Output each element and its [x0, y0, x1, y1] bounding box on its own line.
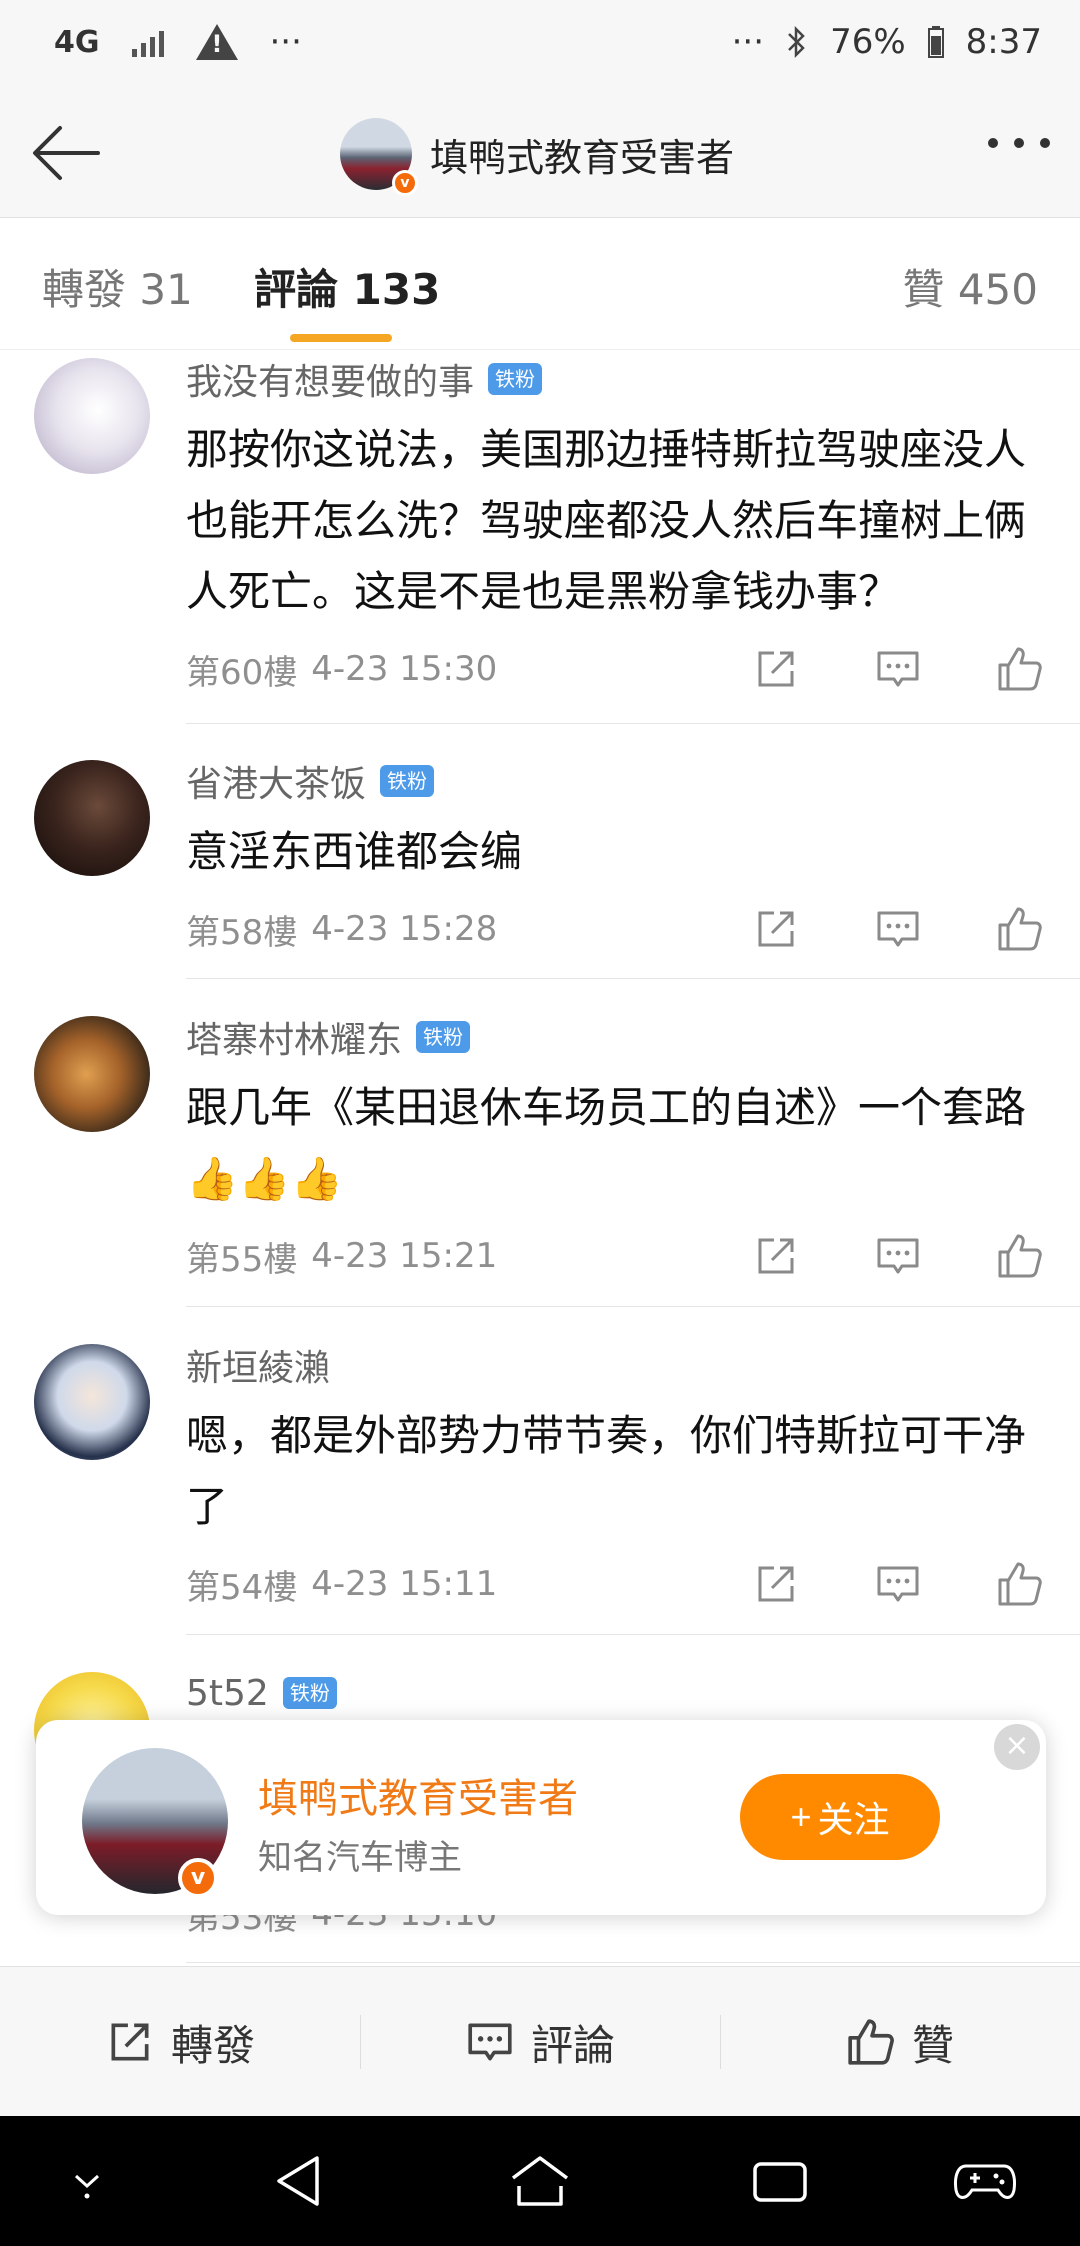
tab-repost[interactable]: 轉發 31 [42, 256, 193, 317]
fan-badge: 铁粉 [488, 363, 543, 395]
top-header: v 填鸭式教育受害者 [0, 90, 1080, 218]
like-button[interactable]: 贊 [720, 1967, 1080, 2117]
like-icon[interactable] [996, 905, 1044, 953]
popup-author-avatar[interactable]: v [82, 1748, 228, 1898]
comment-text: 跟几年《某田退休车场员工的自述》一个套路👍👍👍 [186, 1083, 1027, 1203]
comment-divider [186, 723, 1080, 724]
comment-divider [186, 1962, 1080, 1963]
game-controller-icon[interactable] [950, 2146, 1020, 2216]
system-nav-bar [0, 2116, 1080, 2246]
status-more-right: ··· [731, 22, 765, 62]
comment-floor: 第54樓 [186, 1567, 298, 1608]
comment-time: 4-23 15:11 [311, 1564, 498, 1604]
comment-divider [186, 1634, 1080, 1635]
follow-suggestion-card: v 填鸭式教育受害者 知名汽车博主 + 关注 × [36, 1720, 1046, 1915]
like-icon[interactable] [996, 1560, 1044, 1608]
comment-time: 4-23 15:30 [311, 649, 498, 689]
user-avatar[interactable] [34, 358, 150, 474]
bluetooth-icon [788, 25, 805, 59]
home-icon[interactable] [505, 2146, 575, 2216]
comment-text: 那按你这说法，美国那边捶特斯拉驾驶座没人也能开怎么洗？驾驶座都没人然后车撞树上俩… [186, 425, 1027, 616]
comment-divider [186, 978, 1080, 979]
status-bar: 4G ··· ··· 76% 8:37 [0, 0, 1080, 90]
more-options-icon[interactable] [988, 138, 1050, 148]
reply-icon[interactable] [874, 1560, 922, 1608]
popup-author-desc: 知名汽车博主 [258, 1838, 462, 1878]
reply-icon[interactable] [874, 1232, 922, 1280]
reply-icon[interactable] [874, 645, 922, 693]
comment-icon [468, 2023, 512, 2061]
follow-label: 关注 [817, 1799, 890, 1840]
hide-keyboard-icon[interactable] [52, 2146, 122, 2216]
thumbs-up-icon [848, 2019, 894, 2065]
status-more-left: ··· [269, 22, 302, 62]
comment-divider [186, 1306, 1080, 1307]
clock: 8:37 [965, 22, 1042, 62]
battery-icon [927, 26, 944, 58]
comment-floor: 第60樓 [186, 652, 298, 693]
fan-badge: 铁粉 [416, 1021, 471, 1053]
user-avatar[interactable] [34, 760, 150, 876]
comment-button[interactable]: 評論 [360, 1967, 720, 2117]
tab-bar: 轉發 31 評論 133 贊 450 [0, 218, 1080, 350]
battery-level: 76% [830, 22, 906, 62]
plus-icon: + [790, 1796, 812, 1837]
author-name[interactable]: 填鸭式教育受害者 [430, 127, 734, 182]
reply-icon[interactable] [874, 905, 922, 953]
share-icon[interactable] [752, 1232, 800, 1280]
follow-button[interactable]: + 关注 [740, 1774, 940, 1860]
repost-button[interactable]: 轉發 [0, 1967, 360, 2117]
comment-text: 嗯，都是外部势力带节奏，你们特斯拉可干净了 [186, 1411, 1027, 1531]
comment-username[interactable]: 5t52 [186, 1673, 269, 1714]
warning-icon [195, 24, 238, 60]
user-avatar[interactable] [34, 1016, 150, 1132]
comment-floor: 第58樓 [186, 912, 298, 953]
verified-icon: v [178, 1858, 218, 1898]
fan-badge: 铁粉 [380, 765, 435, 797]
back-icon[interactable] [265, 2146, 335, 2216]
comment-username[interactable]: 我没有想要做的事 [186, 353, 474, 405]
share-icon[interactable] [752, 1560, 800, 1608]
header-author[interactable]: v 填鸭式教育受害者 [340, 118, 734, 196]
author-avatar[interactable]: v [340, 118, 418, 196]
like-icon[interactable] [996, 1232, 1044, 1280]
comment-username[interactable]: 新垣綾瀨 [186, 1339, 330, 1391]
close-icon[interactable]: × [994, 1724, 1040, 1770]
signal-icon [131, 27, 164, 57]
like-icon[interactable] [996, 645, 1044, 693]
comment-time: 4-23 15:28 [311, 909, 498, 949]
fan-badge: 铁粉 [282, 1677, 337, 1709]
share-icon[interactable] [752, 645, 800, 693]
share-icon[interactable] [752, 905, 800, 953]
user-avatar[interactable] [34, 1344, 150, 1460]
active-tab-indicator [290, 334, 392, 342]
recent-apps-icon[interactable] [745, 2146, 815, 2216]
tab-likes[interactable]: 贊 450 [902, 256, 1038, 317]
repost-icon [111, 2023, 149, 2061]
comment-time: 4-23 15:21 [311, 1236, 498, 1276]
like-label: 贊 [911, 2020, 954, 2070]
comment-floor: 第55樓 [186, 1239, 298, 1280]
back-arrow-icon[interactable] [30, 120, 102, 186]
repost-label: 轉發 [170, 2020, 255, 2070]
comment-username[interactable]: 塔寨村林耀东 [186, 1011, 402, 1063]
bottom-action-bar: 轉發 評論 贊 [0, 1966, 1080, 2116]
comment-label: 評論 [530, 2020, 615, 2070]
tab-comments[interactable]: 評論 133 [254, 256, 440, 317]
comment-username[interactable]: 省港大茶饭 [186, 755, 366, 807]
verified-icon: v [392, 170, 418, 196]
network-type: 4G [54, 24, 100, 60]
popup-author-name[interactable]: 填鸭式教育受害者 [258, 1766, 578, 1824]
comment-text: 意淫东西谁都会编 [186, 827, 523, 876]
